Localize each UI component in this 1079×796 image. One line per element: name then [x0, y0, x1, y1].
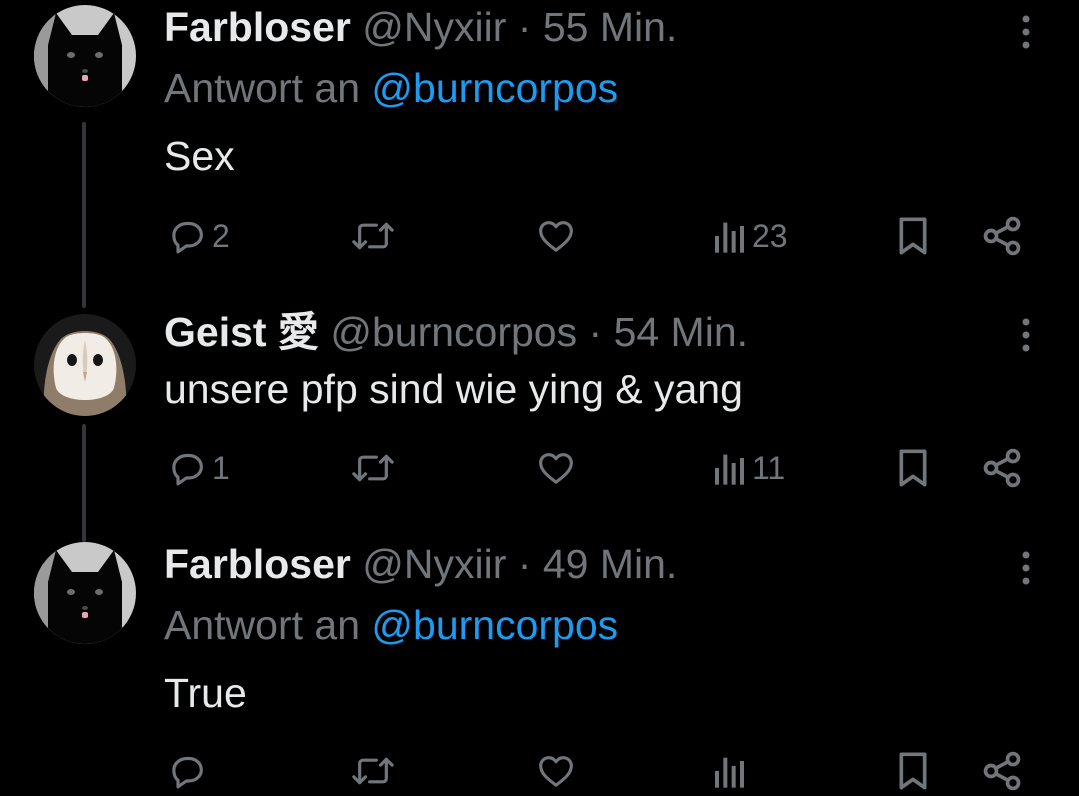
action-bar: 1 11 [0, 443, 1079, 493]
tweet-header: Farbloser @Nyxiir · 55 Min. [164, 2, 677, 52]
share-icon [983, 216, 1021, 256]
separator: · [517, 541, 532, 587]
separator: · [517, 4, 532, 50]
avatar[interactable] [34, 314, 136, 416]
tweet-text: True [164, 670, 247, 716]
bookmark-icon [899, 217, 927, 255]
black-cat-avatar-icon [34, 5, 136, 107]
timestamp[interactable]: 49 Min. [543, 541, 677, 587]
bookmark-icon [899, 752, 927, 790]
views-count: 23 [752, 217, 788, 254]
separator: · [588, 309, 603, 355]
tweet-header: Geist 愛 @burncorpos · 54 Min. [164, 307, 748, 357]
tweet[interactable]: Farbloser @Nyxiir · 55 Min. Antwort an @… [0, 0, 1079, 290]
user-handle[interactable]: @Nyxiir [362, 541, 506, 587]
bookmark-button[interactable] [893, 746, 933, 796]
like-button[interactable] [535, 211, 577, 261]
tweet-header: Farbloser @Nyxiir · 49 Min. [164, 539, 677, 589]
white-owl-avatar-icon [34, 314, 136, 416]
bookmark-button[interactable] [893, 443, 933, 493]
bar-chart-icon [715, 757, 744, 788]
speech-bubble-icon [172, 453, 203, 486]
views-button[interactable]: 23 [712, 211, 788, 261]
share-icon [983, 448, 1021, 488]
avatar[interactable] [34, 5, 136, 107]
display-name[interactable]: Farbloser [164, 4, 351, 50]
vertical-dots-icon[interactable] [1011, 315, 1041, 355]
heart-icon [539, 756, 573, 787]
user-handle[interactable]: @Nyxiir [362, 4, 506, 50]
tweet[interactable]: Geist 愛 @burncorpos · 54 Min. unsere pfp… [0, 290, 1079, 530]
retweet-icon [352, 222, 394, 250]
tweet-text: unsere pfp sind wie ying & yang [164, 366, 743, 412]
timestamp[interactable]: 54 Min. [614, 309, 748, 355]
like-button[interactable] [535, 443, 577, 493]
bookmark-button[interactable] [893, 211, 933, 261]
speech-bubble-icon [172, 756, 203, 789]
bar-chart-icon [715, 222, 744, 253]
retweet-icon [352, 454, 394, 482]
action-bar [0, 746, 1079, 796]
views-button[interactable]: 11 [712, 443, 785, 493]
heart-icon [539, 221, 573, 252]
reply-prefix: Antwort an [164, 65, 360, 111]
like-button[interactable] [535, 746, 577, 796]
reply-count: 1 [212, 449, 230, 486]
reply-context: Antwort an @burncorpos [164, 63, 618, 113]
retweet-button[interactable] [349, 443, 397, 493]
retweet-button[interactable] [349, 211, 397, 261]
views-button[interactable] [712, 746, 748, 796]
share-icon [983, 751, 1021, 791]
timestamp[interactable]: 55 Min. [543, 4, 677, 50]
user-handle[interactable]: @burncorpos [330, 309, 577, 355]
vertical-dots-icon[interactable] [1011, 548, 1041, 588]
reply-handle-link[interactable]: @burncorpos [371, 65, 618, 111]
reply-count: 2 [212, 217, 230, 254]
share-button[interactable] [980, 746, 1024, 796]
display-name[interactable]: Farbloser [164, 541, 351, 587]
tweet[interactable]: Farbloser @Nyxiir · 49 Min. Antwort an @… [0, 530, 1079, 791]
views-count: 11 [752, 449, 786, 486]
reply-button[interactable] [168, 746, 208, 796]
vertical-dots-icon[interactable] [1011, 12, 1041, 52]
action-bar: 2 23 [0, 211, 1079, 261]
retweet-icon [352, 757, 394, 785]
reply-prefix: Antwort an [164, 602, 360, 648]
bar-chart-icon [715, 454, 744, 485]
reply-context: Antwort an @burncorpos [164, 600, 618, 650]
reply-button[interactable]: 2 [168, 211, 230, 261]
retweet-button[interactable] [349, 746, 397, 796]
reply-handle-link[interactable]: @burncorpos [371, 602, 618, 648]
display-name[interactable]: Geist 愛 [164, 309, 319, 355]
share-button[interactable] [980, 211, 1024, 261]
tweet-text: Sex [164, 133, 235, 179]
avatar[interactable] [34, 542, 136, 644]
reply-button[interactable]: 1 [168, 443, 230, 493]
heart-icon [539, 453, 573, 484]
speech-bubble-icon [172, 221, 203, 254]
black-cat-avatar-icon [34, 542, 136, 644]
bookmark-icon [899, 449, 927, 487]
share-button[interactable] [980, 443, 1024, 493]
